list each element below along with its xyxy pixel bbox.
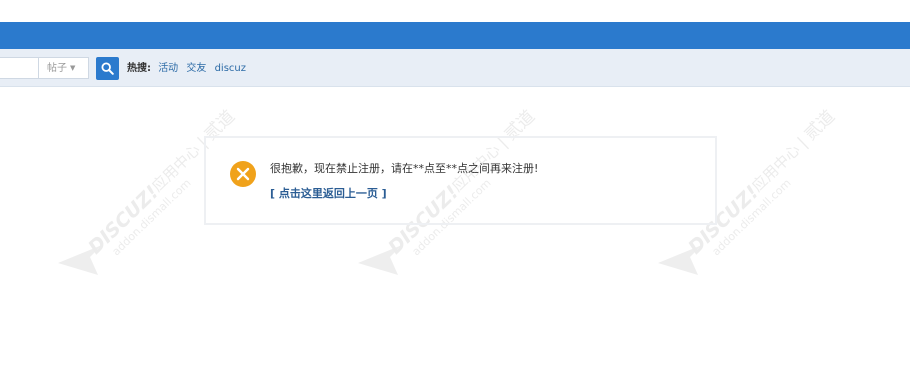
hot-search: 热搜: 活动 交友 discuz bbox=[127, 62, 251, 76]
search-button[interactable] bbox=[96, 57, 119, 80]
hot-tag-link[interactable]: 活动 bbox=[158, 63, 178, 74]
error-message: 很抱歉，现在禁止注册，请在**点至**点之间再来注册! bbox=[270, 162, 539, 175]
search-icon bbox=[101, 62, 114, 75]
nav-bar bbox=[0, 22, 910, 49]
hot-tag-link[interactable]: discuz bbox=[215, 63, 246, 74]
svg-text:应用中心: 应用中心 bbox=[148, 141, 204, 196]
error-icon bbox=[230, 161, 256, 187]
svg-text:addon.dismall.com: addon.dismall.com bbox=[710, 176, 794, 258]
svg-text:DISCUZ!: DISCUZ! bbox=[84, 181, 163, 258]
svg-text:贰道: 贰道 bbox=[801, 107, 839, 145]
svg-text:|: | bbox=[794, 133, 811, 150]
close-icon bbox=[236, 167, 250, 181]
svg-text:addon.dismall.com: addon.dismall.com bbox=[110, 176, 194, 258]
svg-text:应用中心: 应用中心 bbox=[748, 141, 804, 196]
search-input[interactable] bbox=[0, 57, 39, 79]
hot-tag-link[interactable]: 交友 bbox=[186, 63, 206, 74]
hot-search-label: 热搜: bbox=[127, 63, 151, 74]
back-link[interactable]: [ 点击这里返回上一页 ] bbox=[270, 187, 387, 201]
search-type-select[interactable]: 帖子 ▼ bbox=[38, 57, 89, 79]
message-box bbox=[204, 136, 717, 225]
search-type-label: 帖子 bbox=[47, 63, 67, 74]
top-strip bbox=[0, 0, 910, 22]
chevron-down-icon: ▼ bbox=[70, 64, 76, 72]
